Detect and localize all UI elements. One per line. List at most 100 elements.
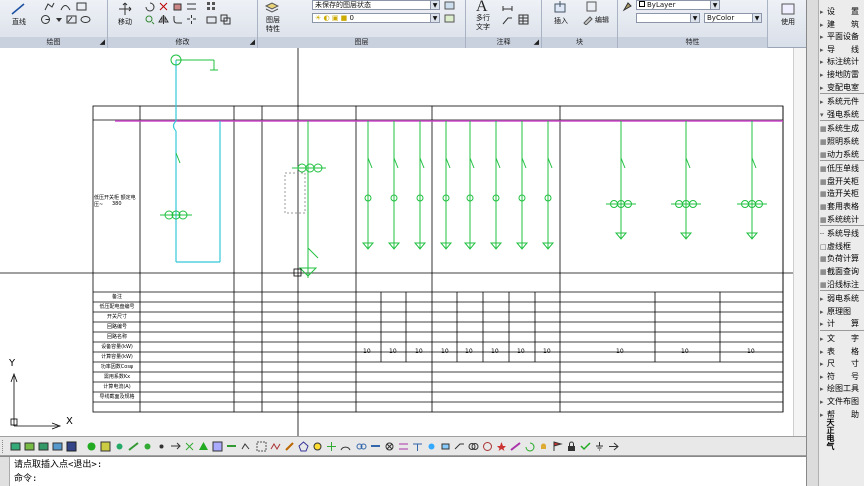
side-menu-item[interactable]: ▦造开关柜 [820,188,864,199]
layer-properties-icon[interactable] [265,2,279,14]
side-menu-item[interactable]: ▸ 系统元件 [820,96,864,107]
chevron-down-icon[interactable]: ▼ [690,14,699,22]
side-menu-item[interactable]: ▸ 建 筑 [820,19,864,30]
flag-icon[interactable] [552,441,563,452]
side-menu-item[interactable]: ▦截面查询 [820,266,864,277]
explode-icon[interactable] [186,14,197,25]
rectangle-icon[interactable] [76,1,87,12]
toolbar-grip[interactable] [2,440,5,453]
move-button-label[interactable]: 移动 [114,18,136,27]
layer-state-combo[interactable]: 未保存的图层状态 ▼ [312,0,440,10]
move-icon[interactable] [117,2,133,16]
mirror-icon[interactable] [158,14,169,25]
erase-icon[interactable] [172,1,183,12]
side-menu-item[interactable]: ▸ 绘图工具 [820,383,864,394]
mark-icon[interactable] [510,441,521,452]
insert-label[interactable]: 插入 [550,17,572,26]
side-menu-item[interactable]: ▸ 文 字 [820,333,864,344]
side-menu-item[interactable]: ▸ 文件布图 [820,396,864,407]
insert-icon[interactable] [554,1,568,13]
link-icon[interactable] [356,441,367,452]
polyline-icon[interactable] [44,1,55,12]
layer-properties-label[interactable]: 图层 特性 [262,16,284,34]
color-combo[interactable]: ByLayer ▼ [636,0,720,10]
side-menu-item[interactable]: ▦系统统计 [820,214,864,225]
check-icon[interactable] [580,441,591,452]
hatch-icon[interactable] [66,14,77,25]
panel-expand-icon[interactable]: ◢ [250,37,255,48]
chain-icon[interactable] [370,441,381,452]
toolbar-end-icon[interactable] [608,441,619,452]
layer-off-icon[interactable] [24,441,35,452]
equipment-icon[interactable] [212,441,223,452]
cable-icon[interactable] [398,441,409,452]
meter-icon[interactable] [482,441,493,452]
line-button-label[interactable]: 直线 [8,18,30,27]
fixture-icon[interactable] [440,441,451,452]
layer-match-icon[interactable] [444,13,455,24]
dashed-box-icon[interactable] [256,441,267,452]
circle-icon[interactable] [40,14,51,25]
side-menu-item[interactable]: ▸ 计 算 [820,318,864,329]
command-prompt[interactable]: 命令: [14,473,37,485]
array-icon[interactable] [206,1,217,12]
side-menu-item[interactable]: ▸ 导 线 [820,44,864,55]
drawing-canvas[interactable]: 低压开关柜 额定电压~ 380 备注 低压配电盘编号 开关尺寸 回路编号 回路名… [0,48,806,436]
side-menu-item[interactable]: ▦动力系统 [820,149,864,160]
side-menu-item[interactable]: ▸ 变配电室 [820,82,864,93]
side-menu-item[interactable]: ▦盘开关柜 [820,176,864,187]
tree-icon[interactable] [198,441,209,452]
chevron-down-icon[interactable]: ▼ [430,1,439,9]
region-icon[interactable] [80,14,91,25]
arc-icon[interactable] [60,1,71,12]
fillet-icon[interactable] [172,14,183,25]
chevron-down-icon[interactable]: ▼ [430,14,439,22]
stretch-icon[interactable] [206,14,217,25]
zigzag-icon[interactable] [270,441,281,452]
side-menu-item[interactable]: ▸ 设 置 [820,6,864,17]
arrow-icon[interactable] [170,441,181,452]
side-menu-item[interactable]: ▸ 尺 寸 [820,358,864,369]
command-line-grip[interactable] [0,457,10,486]
leader-icon[interactable] [502,14,513,25]
scale-icon[interactable] [220,14,231,25]
side-menu-item[interactable]: ▸ 弱电系统 [820,293,864,304]
lineweight-combo[interactable]: ByColor ▼ [704,13,762,23]
tee-icon[interactable] [412,441,423,452]
table-icon[interactable] [518,14,529,25]
fan-icon[interactable] [326,441,337,452]
side-menu-item[interactable]: ▦照明系统 [820,136,864,147]
layer-tool-icon[interactable] [444,0,455,11]
bell-icon[interactable] [538,441,549,452]
cross-icon[interactable] [184,441,195,452]
chevron-down-icon[interactable]: ▼ [710,1,719,9]
create-block-icon[interactable] [586,1,597,12]
side-menu-item[interactable]: ▦沿线标注 [820,279,864,290]
snap-icon[interactable] [240,441,251,452]
node-icon[interactable] [114,441,125,452]
side-menu-item[interactable]: ▸ 标注统计 [820,56,864,67]
layer-lock-icon[interactable] [38,441,49,452]
sensor-icon[interactable] [426,441,437,452]
layer-iso-icon[interactable] [52,441,63,452]
connect-icon[interactable] [142,441,153,452]
grid-icon[interactable] [100,441,111,452]
star-icon[interactable] [496,441,507,452]
utilities-label[interactable]: 使用 [774,18,802,27]
match-properties-icon[interactable] [622,1,633,12]
command-line[interactable]: 请点取插入点<退出>: 命令: [0,456,806,486]
layer-toolbar-icon[interactable] [10,441,21,452]
side-menu-item[interactable]: ▸ 表 格 [820,346,864,357]
side-menu-item[interactable]: ▦系统生成 [820,123,864,134]
lamp-icon[interactable] [384,441,395,452]
polygon-icon[interactable] [298,441,309,452]
side-menu-item[interactable]: ▸ 接地防雷 [820,69,864,80]
reload-icon[interactable] [524,441,535,452]
switch-icon[interactable] [454,441,465,452]
side-menu-item[interactable]: ▦套用表格 [820,201,864,212]
side-menu-item[interactable]: ▸ 原理图 [820,306,864,317]
canvas-scroll-edge[interactable] [793,48,806,436]
mtext-label[interactable]: 多行 文字 [470,14,496,32]
ground-icon[interactable] [594,441,605,452]
side-menu-item[interactable]: ▦低压单线 [820,163,864,174]
